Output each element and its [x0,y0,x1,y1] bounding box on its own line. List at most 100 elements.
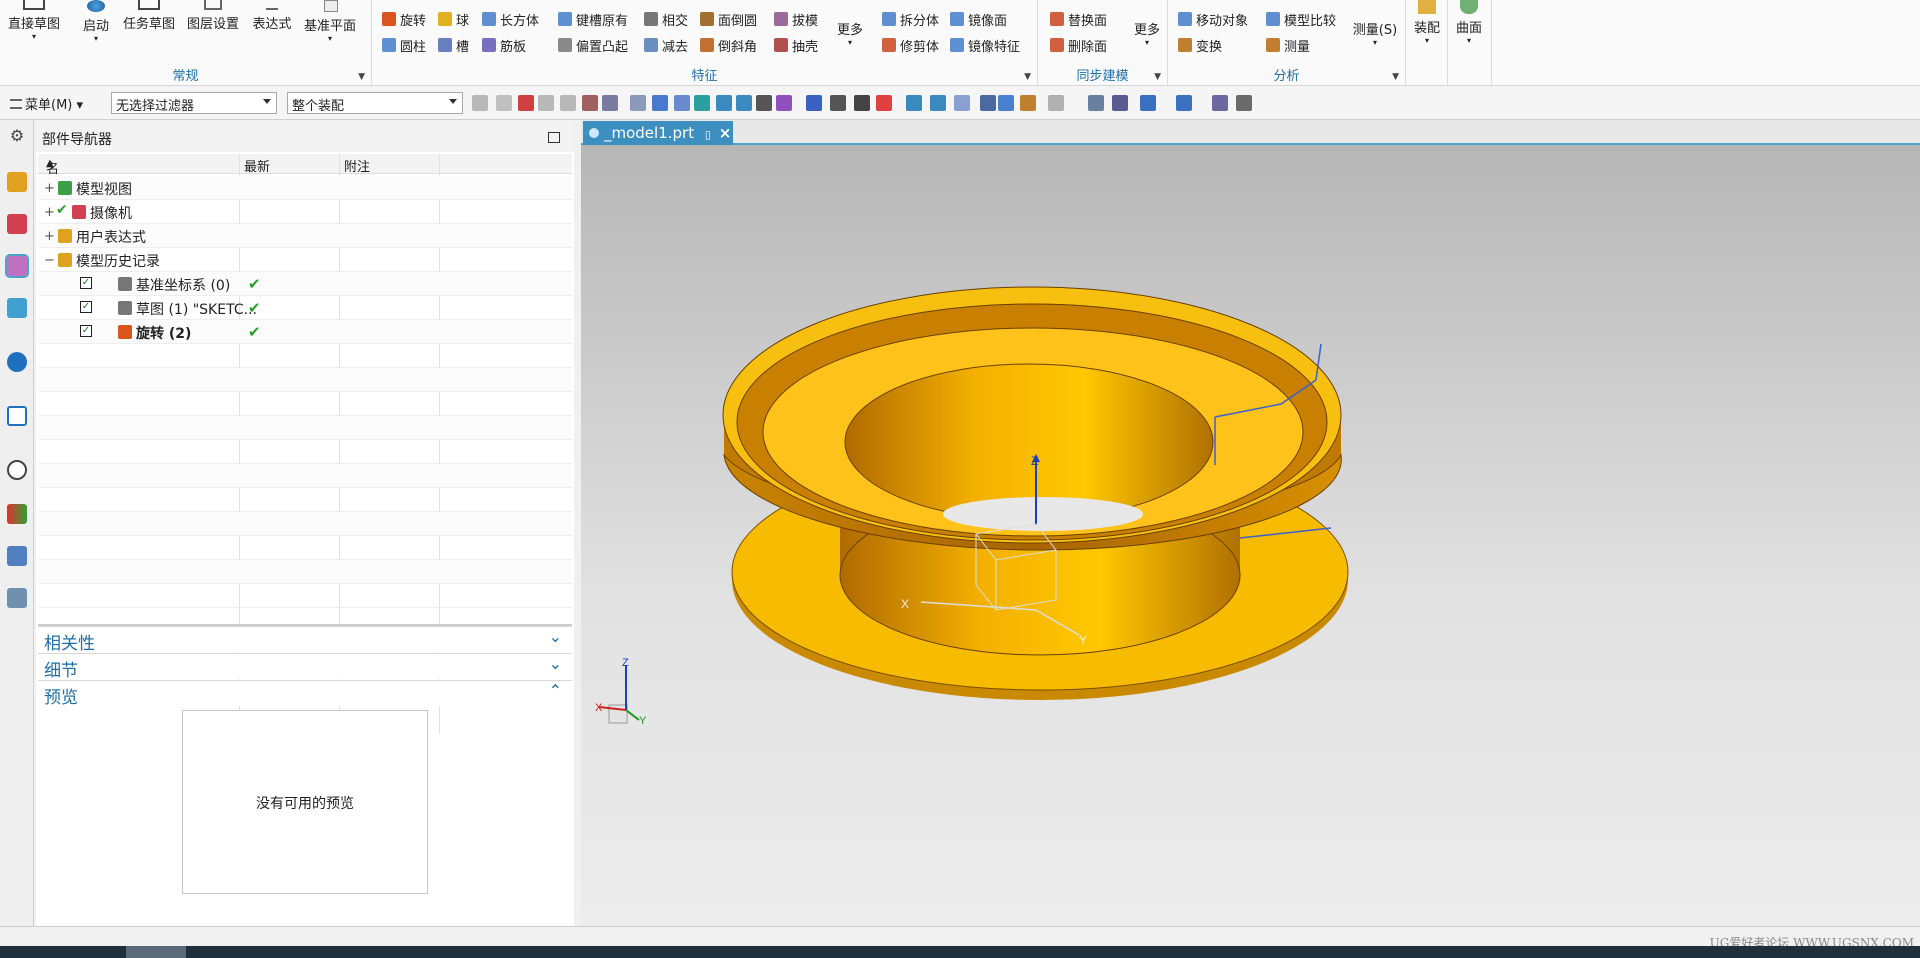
more-feature-button[interactable]: 更多 ▾ [832,16,868,48]
toolbar-tool-icon[interactable] [906,95,922,111]
file-tab[interactable]: _model1.prt ▯ × [583,121,733,145]
toolbar-tool-icon[interactable] [652,95,668,111]
maximize-icon[interactable] [548,132,560,143]
feature-button-9[interactable]: 拔模 [774,8,818,30]
start-button[interactable]: 启动 ▾ [78,0,114,44]
direct-sketch-button[interactable]: 直接草图 ▾ [4,0,64,42]
section-details[interactable]: 细节 ⌄ [38,653,572,681]
close-icon[interactable]: × [719,124,732,142]
feature-button-4[interactable]: 槽 [438,34,469,56]
group-menu-arrow[interactable]: ▼ [1154,72,1161,82]
toolbar-tool-icon[interactable] [736,95,752,111]
toolbar-tool-icon[interactable] [602,95,618,111]
toolbar-tool-icon[interactable] [1088,95,1104,111]
datum-plane-button[interactable]: 基准平面 ▾ [300,0,360,44]
feature-button-17[interactable]: 镜像特征 [950,34,1020,56]
feature-button-5[interactable]: 筋板 [482,34,526,56]
tree-row[interactable]: + 模型视图 [38,176,572,200]
analysis-button-3[interactable]: 测量 [1266,34,1310,56]
toolbar-tool-icon[interactable] [930,95,946,111]
visibility-checkbox[interactable]: ✓ [80,277,92,289]
toolbar-tool-icon[interactable] [756,95,772,111]
toolbar-tool-icon[interactable] [830,95,846,111]
toolbar-tool-icon[interactable] [806,95,822,111]
feature-button-8[interactable]: 面倒圆 [700,8,757,30]
feature-button-10[interactable]: 偏置凸起 [558,34,628,56]
measure-button[interactable]: 测量(S) ▾ [1348,16,1402,48]
toolbar-tool-icon[interactable] [1212,95,1228,111]
feature-button-15[interactable]: 镜像面 [950,8,1007,30]
analysis-button-0[interactable]: 移动对象 [1178,8,1248,30]
feature-button-11[interactable]: 减去 [644,34,688,56]
toolbar-tool-icon[interactable] [496,95,512,111]
sync-button-1[interactable]: 删除面 [1050,34,1107,56]
toolbar-tool-icon[interactable] [560,95,576,111]
layer-settings-button[interactable]: 图层设置 [184,0,242,32]
feature-button-7[interactable]: 相交 [644,8,688,30]
toolbar-tool-icon[interactable] [776,95,792,111]
group-menu-arrow[interactable]: ▼ [358,72,365,82]
toolbar-tool-icon[interactable] [694,95,710,111]
tree-row[interactable]: − 模型历史记录 [38,248,572,272]
tree-row[interactable]: ✓ 基准坐标系 (0) ✔ [38,272,572,296]
feature-button-2[interactable]: 长方体 [482,8,539,30]
section-dependencies[interactable]: 相关性 ⌄ [38,626,572,654]
roles-icon[interactable] [7,588,27,608]
selection-scope-select[interactable]: 整个装配 [287,92,463,114]
toolbar-tool-icon[interactable] [854,95,870,111]
analysis-button-1[interactable]: 模型比较 [1266,8,1336,30]
surface-button[interactable]: 曲面 ▾ [1452,0,1486,46]
expand-icon[interactable]: + [44,229,55,244]
feature-button-12[interactable]: 倒斜角 [700,34,757,56]
expand-icon[interactable]: + [44,181,55,196]
feature-button-3[interactable]: 圆柱 [382,34,426,56]
part-navigator-icon[interactable] [5,254,29,278]
toolbar-tool-icon[interactable] [1112,95,1128,111]
task-sketch-button[interactable]: 任务草图 [120,0,178,32]
feature-button-6[interactable]: 键槽原有 [558,8,628,30]
process-studio-icon[interactable] [7,504,27,524]
toolbar-tool-icon[interactable] [998,95,1014,111]
constraint-navigator-icon[interactable] [7,214,27,234]
manufacturing-wizard-icon[interactable] [7,546,27,566]
toolbar-tool-icon[interactable] [716,95,732,111]
section-preview[interactable]: 预览 ⌃ [38,680,572,708]
toolbar-tool-icon[interactable] [1176,95,1192,111]
assembly-navigator-icon[interactable] [7,172,27,192]
info-icon[interactable] [7,352,27,372]
collapse-icon[interactable]: − [44,253,55,268]
restore-icon[interactable]: ▯ [705,128,711,141]
feature-button-16[interactable]: 修剪体 [882,34,939,56]
tree-row[interactable]: ✓ 草图 (1) "SKETC... ✔ [38,296,572,320]
group-menu-arrow[interactable]: ▼ [1392,72,1399,82]
toolbar-tool-icon[interactable] [518,95,534,111]
menu-button[interactable]: 菜单(M) ▾ [6,92,96,114]
tree-row[interactable]: + 用户表达式 [38,224,572,248]
toolbar-tool-icon[interactable] [876,95,892,111]
web-browser-icon[interactable] [7,406,27,426]
column-header-note[interactable]: 附注 [344,156,370,175]
toolbar-tool-icon[interactable] [980,95,996,111]
expand-icon[interactable]: + [44,205,55,220]
toolbar-tool-icon[interactable] [630,95,646,111]
model-view[interactable]: Z X Y Z X Y [581,120,1920,926]
expression-button[interactable]: 表达式 [250,0,294,32]
toolbar-tool-icon[interactable] [582,95,598,111]
visibility-checkbox[interactable]: ✓ [80,325,92,337]
reuse-library-icon[interactable] [7,298,27,318]
toolbar-tool-icon[interactable] [1140,95,1156,111]
toolbar-tool-icon[interactable] [538,95,554,111]
feature-button-14[interactable]: 拆分体 [882,8,939,30]
visibility-checkbox[interactable]: ✓ [80,301,92,313]
assembly-button[interactable]: 装配 ▾ [1410,0,1444,46]
history-clock-icon[interactable] [7,460,27,480]
feature-button-0[interactable]: 旋转 [382,8,426,30]
selection-filter-select[interactable]: 无选择过滤器 [111,92,277,114]
gear-icon[interactable]: ⚙ [7,126,27,146]
toolbar-tool-icon[interactable] [674,95,690,111]
taskbar-item[interactable] [126,946,186,958]
toolbar-tool-icon[interactable] [954,95,970,111]
graphics-window[interactable]: Z X Y Z X Y [581,120,1920,926]
toolbar-tool-icon[interactable] [1236,95,1252,111]
feature-button-13[interactable]: 抽壳 [774,34,818,56]
